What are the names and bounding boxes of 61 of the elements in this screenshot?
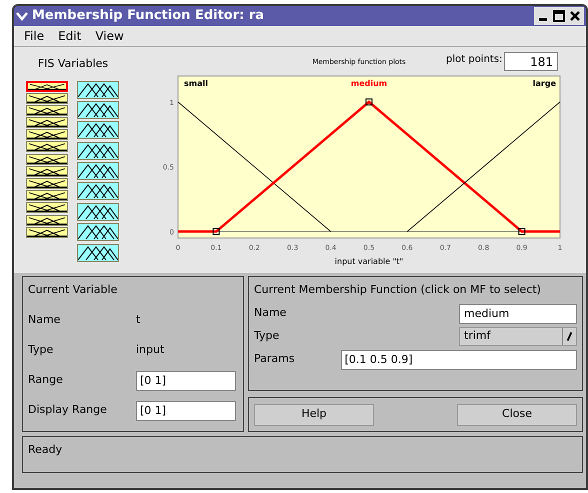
params-field[interactable]: [0.1 0.5 0.9] (340, 350, 577, 370)
variable-thumbnail[interactable] (26, 154, 68, 165)
panel-title: Current Membership Function (click on MF to select) (254, 282, 542, 298)
variable-thumbnail[interactable] (26, 141, 68, 152)
variable-thumbnail[interactable] (26, 214, 68, 226)
variable-thumbnail[interactable] (26, 129, 68, 140)
dialog-button[interactable]: Help (254, 404, 374, 426)
field-label: Name (254, 305, 286, 322)
dialog-button[interactable]: Close (457, 404, 577, 426)
close-icon[interactable] (568, 9, 582, 23)
window-menu-icon[interactable] (16, 11, 28, 21)
menu-item[interactable]: File (18, 27, 50, 45)
field-label: Params (254, 351, 295, 368)
variable-thumbnail[interactable] (76, 244, 118, 262)
mf-label: small (184, 79, 208, 88)
variable-thumbnail[interactable] (26, 226, 68, 238)
status-text: Ready (28, 443, 62, 456)
section-title: FIS Variables (38, 56, 108, 72)
variable-thumbnail[interactable] (76, 142, 118, 160)
type-dropdown[interactable]: trimf (459, 327, 577, 346)
input-field[interactable]: [0 1] (136, 370, 236, 390)
membership-curve[interactable] (178, 102, 332, 232)
variable-thumbnail[interactable] (26, 178, 68, 189)
field-label: Display Range (28, 402, 108, 418)
vertex-handle[interactable] (518, 228, 526, 236)
mf-label: medium (350, 79, 388, 88)
plot-points-label: plot points: (446, 53, 502, 67)
x-axis-label: input variable "t" (334, 257, 404, 266)
variable-thumbnail[interactable] (76, 202, 118, 221)
variable-thumbnail[interactable] (26, 202, 68, 214)
variable-thumbnail[interactable] (26, 92, 68, 104)
vertex-handle[interactable] (366, 98, 372, 106)
field-label: Type (28, 342, 54, 358)
field-value: t (136, 312, 140, 328)
input-field[interactable]: [0 1] (136, 400, 236, 420)
membership-curve[interactable] (178, 100, 560, 233)
field-label: Range (28, 372, 64, 388)
variable-thumbnail[interactable] (76, 182, 118, 200)
membership-curve[interactable] (406, 102, 560, 232)
variable-thumbnail[interactable] (76, 121, 118, 140)
variable-thumbnail[interactable] (26, 190, 68, 202)
variable-thumbnail[interactable] (76, 100, 118, 119)
variable-thumbnail[interactable] (26, 104, 68, 116)
variable-thumbnail[interactable] (76, 223, 118, 242)
vertex-handle[interactable] (212, 228, 220, 236)
plot-points-field[interactable]: 181 (504, 52, 558, 71)
field-label: Type (254, 328, 280, 344)
window-title: Membership Function Editor: ra (32, 7, 266, 26)
panel-title: Current Variable (28, 282, 118, 298)
variable-thumbnail[interactable] (26, 166, 68, 177)
variable-thumbnail[interactable] (76, 80, 118, 98)
variable-thumbnail[interactable] (26, 117, 68, 128)
menu-item[interactable]: View (89, 27, 130, 45)
field-label: Name (28, 312, 62, 328)
variable-thumbnail[interactable] (76, 162, 118, 180)
name-field[interactable]: medium (459, 304, 577, 324)
variable-thumbnail[interactable] (26, 80, 68, 92)
mf-label: large (532, 79, 556, 88)
maximize-icon[interactable] (552, 9, 566, 23)
menu-item[interactable]: Edit (52, 27, 88, 45)
field-value: input (136, 342, 164, 358)
